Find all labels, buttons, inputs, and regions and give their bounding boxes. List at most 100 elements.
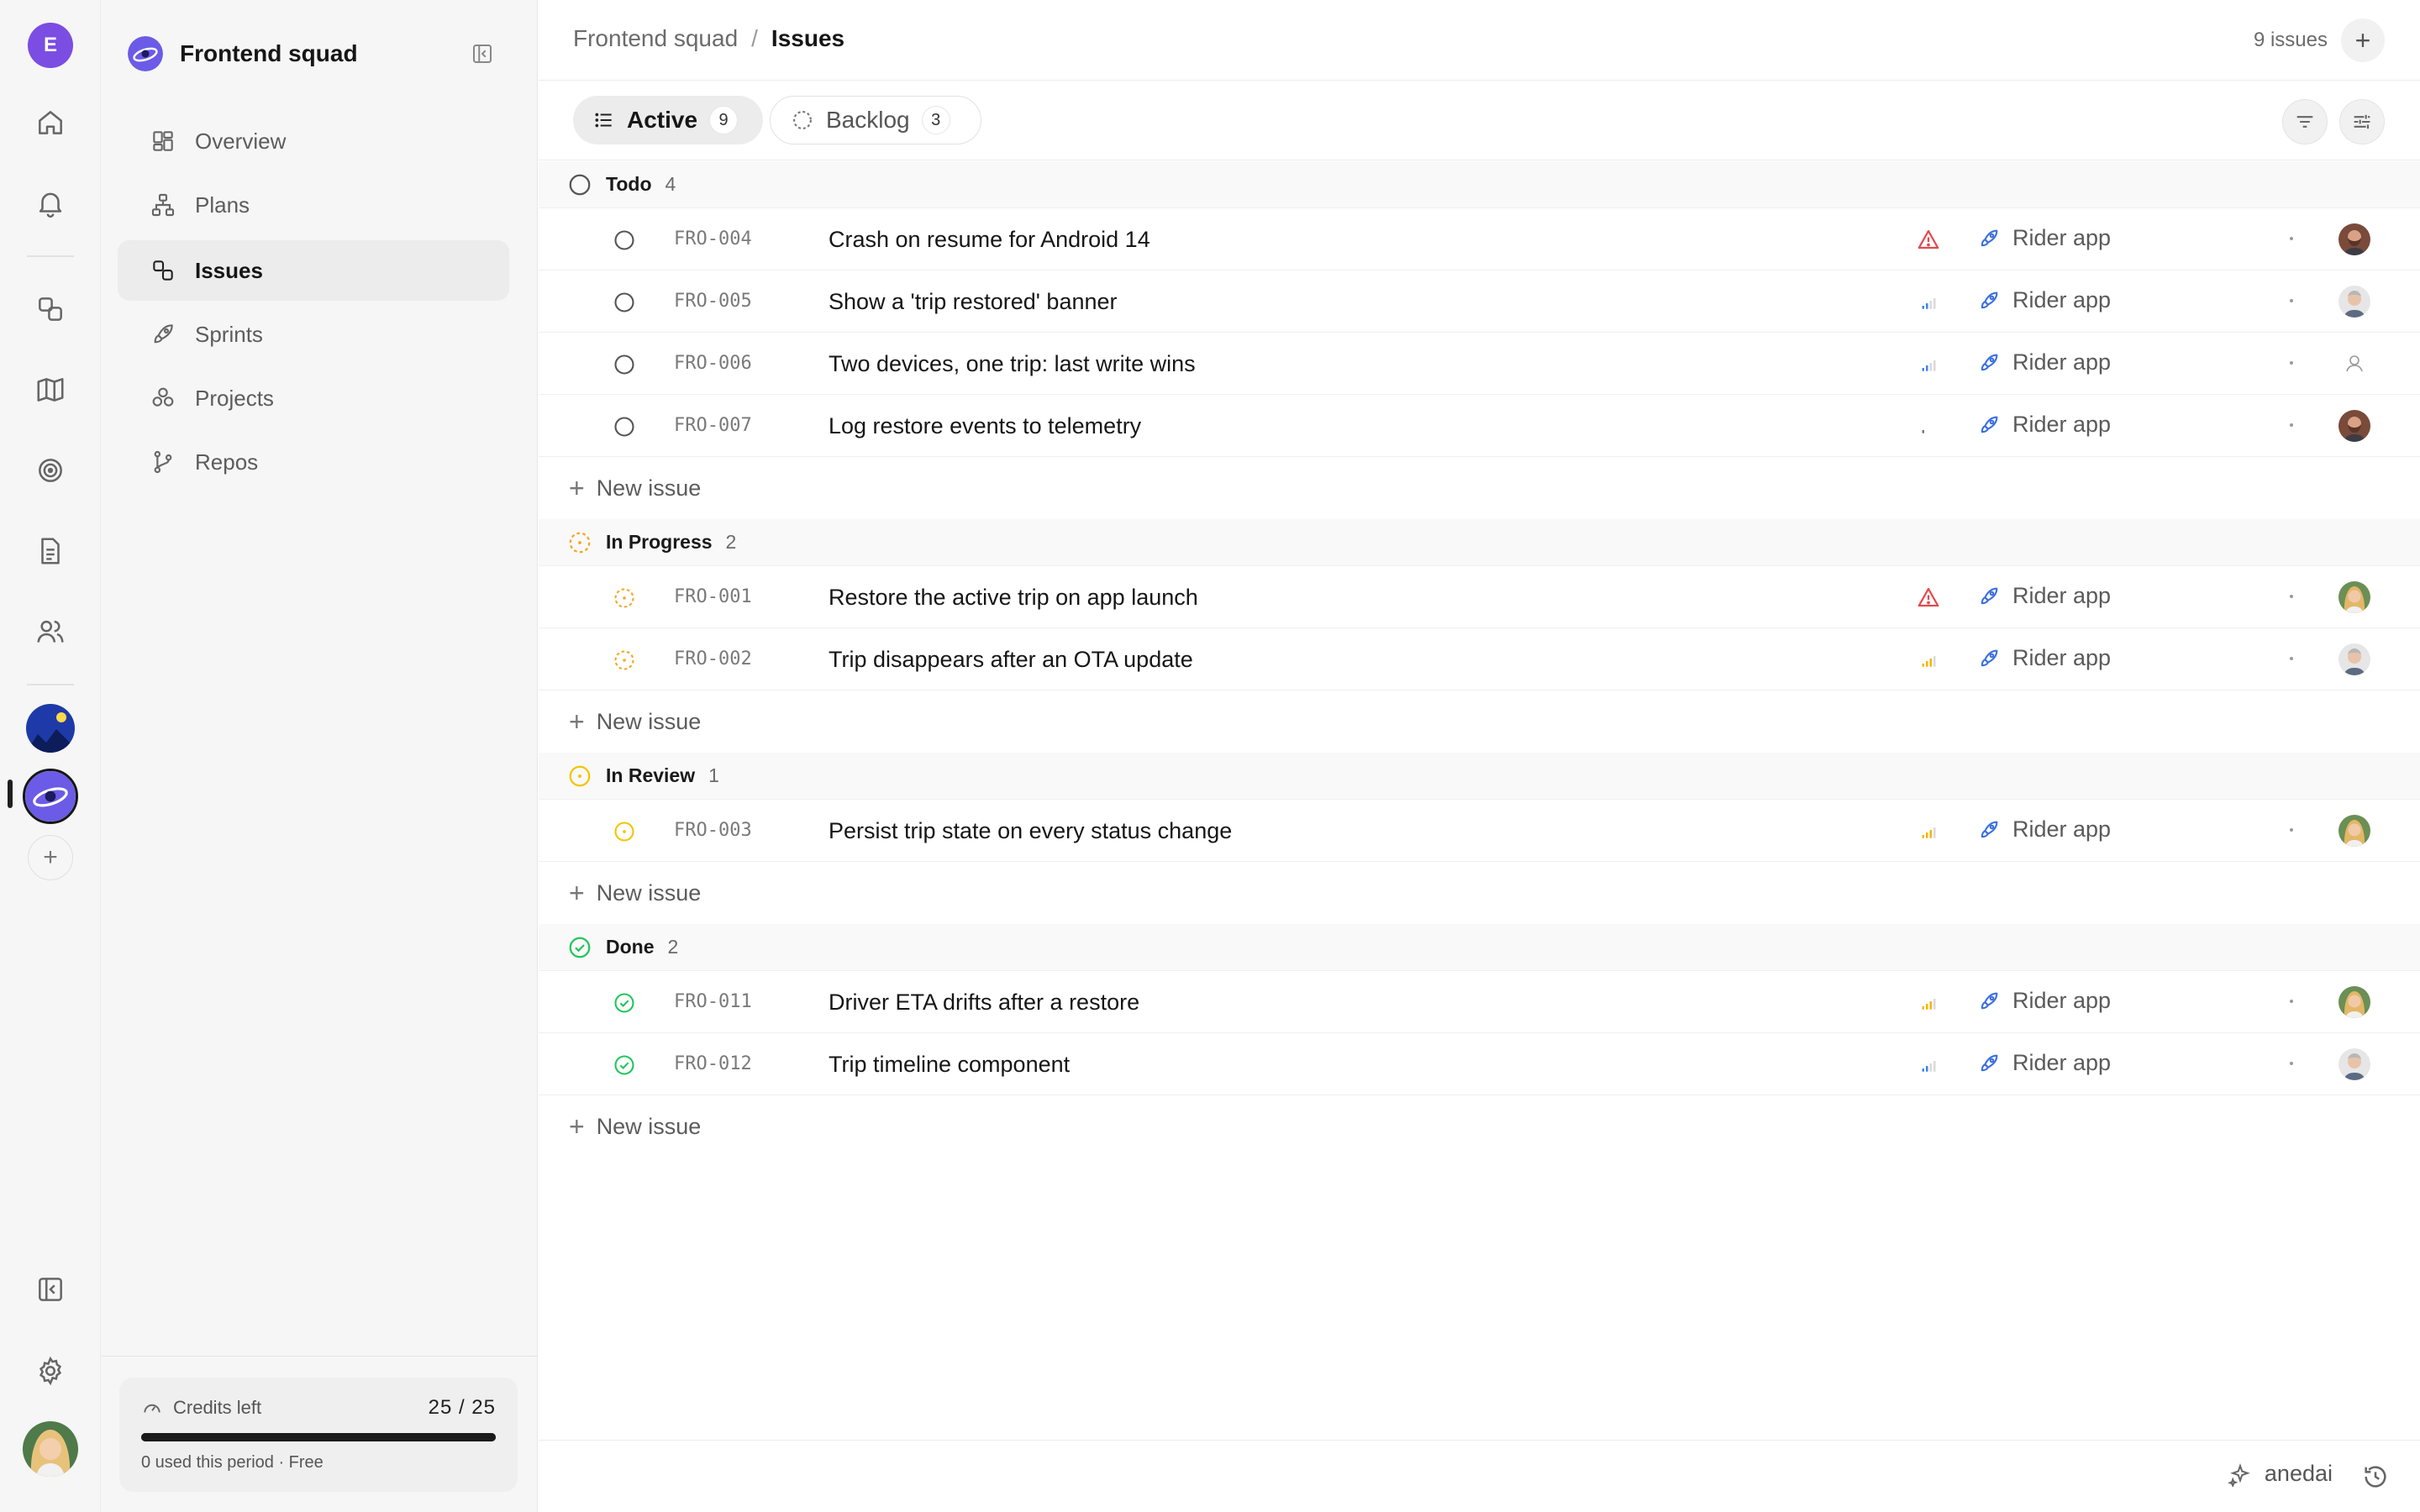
project-chip[interactable]: Rider app [1977, 816, 2111, 843]
issue-row[interactable]: FRO-011 Driver ETA drifts after a restor… [539, 971, 2420, 1033]
project-chip[interactable]: Rider app [1977, 349, 2111, 375]
priority-high-icon[interactable] [1916, 818, 1941, 843]
group-header-review[interactable]: In Review 1 [539, 753, 2420, 800]
status-todo-icon[interactable] [613, 228, 634, 250]
home-icon[interactable] [25, 97, 76, 148]
new-issue-button[interactable]: + New issue [539, 690, 2420, 753]
separator-dot [2290, 1000, 2293, 1003]
tab-backlog[interactable]: Backlog 3 [770, 96, 981, 144]
breadcrumb-team[interactable]: Frontend squad [573, 25, 738, 52]
issue-title: Restore the active trip on app launch [829, 585, 1198, 610]
assignee-avatar[interactable] [2338, 223, 2370, 255]
status-todo-icon[interactable] [613, 415, 634, 437]
document-icon[interactable] [25, 526, 76, 576]
tab-active[interactable]: Active 9 [573, 96, 763, 144]
priority-low-icon[interactable] [1916, 289, 1941, 314]
status-done-icon[interactable] [613, 1053, 634, 1075]
tab-count: 3 [921, 106, 950, 134]
people-icon[interactable] [25, 606, 76, 657]
issue-title: Crash on resume for Android 14 [829, 227, 1150, 252]
issue-count: 9 issues [2253, 29, 2328, 51]
display-options-button[interactable] [2339, 99, 2385, 144]
assignee-avatar[interactable] [2338, 286, 2370, 318]
sidebar-item-issues[interactable]: Issues [118, 240, 509, 301]
priority-low-icon[interactable] [1916, 1052, 1941, 1077]
add-team-button[interactable]: + [28, 835, 73, 880]
group-header-progress[interactable]: In Progress 2 [539, 519, 2420, 566]
filter-button[interactable] [2282, 99, 2328, 144]
workspace-avatar[interactable]: E [28, 23, 73, 68]
assignee-avatar[interactable] [2338, 1048, 2370, 1080]
map-icon[interactable] [25, 365, 76, 415]
target-icon[interactable] [25, 445, 76, 496]
issue-row[interactable]: FRO-005 Show a 'trip restored' banner Ri… [539, 270, 2420, 333]
priority-urgent-icon[interactable] [1916, 227, 1941, 252]
panel-toggle-icon[interactable] [25, 1264, 76, 1315]
new-issue-button[interactable]: + New issue [539, 1095, 2420, 1158]
new-issue-button[interactable]: + New issue [539, 457, 2420, 519]
team-header[interactable]: Frontend squad [128, 35, 358, 72]
sidebar-item-overview[interactable]: Overview [118, 111, 509, 171]
assignee-avatar[interactable] [2338, 643, 2370, 675]
issue-row[interactable]: FRO-001 Restore the active trip on app l… [539, 566, 2420, 628]
project-name: Rider app [2012, 645, 2112, 670]
separator-dot [2290, 828, 2293, 832]
issues-rail-icon[interactable] [25, 284, 76, 334]
issue-title: Trip timeline component [829, 1052, 1071, 1077]
team-avatar-frontend-squad[interactable] [23, 769, 78, 824]
gear-icon[interactable] [25, 1346, 76, 1396]
project-chip[interactable]: Rider app [1977, 583, 2111, 609]
status-done-icon[interactable] [613, 991, 634, 1013]
assignee-avatar[interactable] [2338, 815, 2370, 847]
project-chip[interactable]: Rider app [1977, 225, 2111, 251]
priority-high-icon[interactable] [1916, 990, 1941, 1015]
status-progress-icon[interactable] [613, 648, 634, 670]
assignee-avatar[interactable] [2338, 410, 2370, 442]
status-progress-icon[interactable] [613, 586, 634, 608]
project-chip[interactable]: Rider app [1977, 412, 2111, 438]
issue-row[interactable]: FRO-004 Crash on resume for Android 14 R… [539, 208, 2420, 270]
separator-dot [2290, 299, 2293, 302]
status-todo-icon[interactable] [613, 353, 634, 375]
group-header-todo[interactable]: Todo 4 [539, 161, 2420, 208]
priority-urgent-icon[interactable] [1916, 585, 1941, 610]
priority-none-icon[interactable] [1916, 413, 1941, 438]
project-chip[interactable]: Rider app [1977, 645, 2111, 671]
issue-row[interactable]: FRO-012 Trip timeline component Rider ap… [539, 1033, 2420, 1095]
issue-row[interactable]: FRO-006 Two devices, one trip: last writ… [539, 333, 2420, 395]
group-header-done[interactable]: Done 2 [539, 924, 2420, 971]
assignee-avatar[interactable] [2338, 986, 2370, 1018]
issue-row[interactable]: FRO-007 Log restore events to telemetry … [539, 395, 2420, 457]
project-chip[interactable]: Rider app [1977, 287, 2111, 313]
issue-title: Driver ETA drifts after a restore [829, 990, 1140, 1015]
rail-divider [27, 255, 74, 257]
status-todo-icon[interactable] [613, 291, 634, 312]
team-avatar-night[interactable] [26, 704, 75, 753]
status-review-icon[interactable] [613, 820, 634, 842]
issue-id: FRO-001 [674, 586, 752, 607]
assignee-avatar[interactable] [2338, 581, 2370, 613]
priority-high-icon[interactable] [1916, 647, 1941, 672]
new-issue-button[interactable]: + New issue [539, 862, 2420, 924]
project-chip[interactable]: Rider app [1977, 988, 2111, 1014]
sidebar-item-sprints[interactable]: Sprints [118, 304, 509, 365]
issue-id: FRO-003 [674, 820, 752, 841]
brand[interactable]: anedai [2227, 1461, 2333, 1487]
sidebar-item-projects[interactable]: Projects [118, 368, 509, 428]
assignee-avatar[interactable] [2338, 348, 2370, 380]
issue-id: FRO-007 [674, 415, 752, 436]
issue-row[interactable]: FRO-002 Trip disappears after an OTA upd… [539, 628, 2420, 690]
issue-row[interactable]: FRO-003 Persist trip state on every stat… [539, 800, 2420, 862]
issue-title: Log restore events to telemetry [829, 413, 1142, 438]
add-issue-button[interactable]: + [2341, 18, 2385, 62]
project-chip[interactable]: Rider app [1977, 1050, 2111, 1076]
sidebar-item-plans[interactable]: Plans [118, 175, 509, 235]
sidebar-item-label: Projects [195, 385, 274, 411]
priority-low-icon[interactable] [1916, 351, 1941, 376]
collapse-sidebar-icon[interactable] [467, 39, 497, 69]
user-avatar[interactable] [23, 1421, 78, 1477]
history-icon[interactable] [2361, 1462, 2390, 1491]
rocket-icon [1977, 413, 2001, 437]
sidebar-item-repos[interactable]: Repos [118, 432, 509, 492]
bell-icon[interactable] [25, 178, 76, 228]
